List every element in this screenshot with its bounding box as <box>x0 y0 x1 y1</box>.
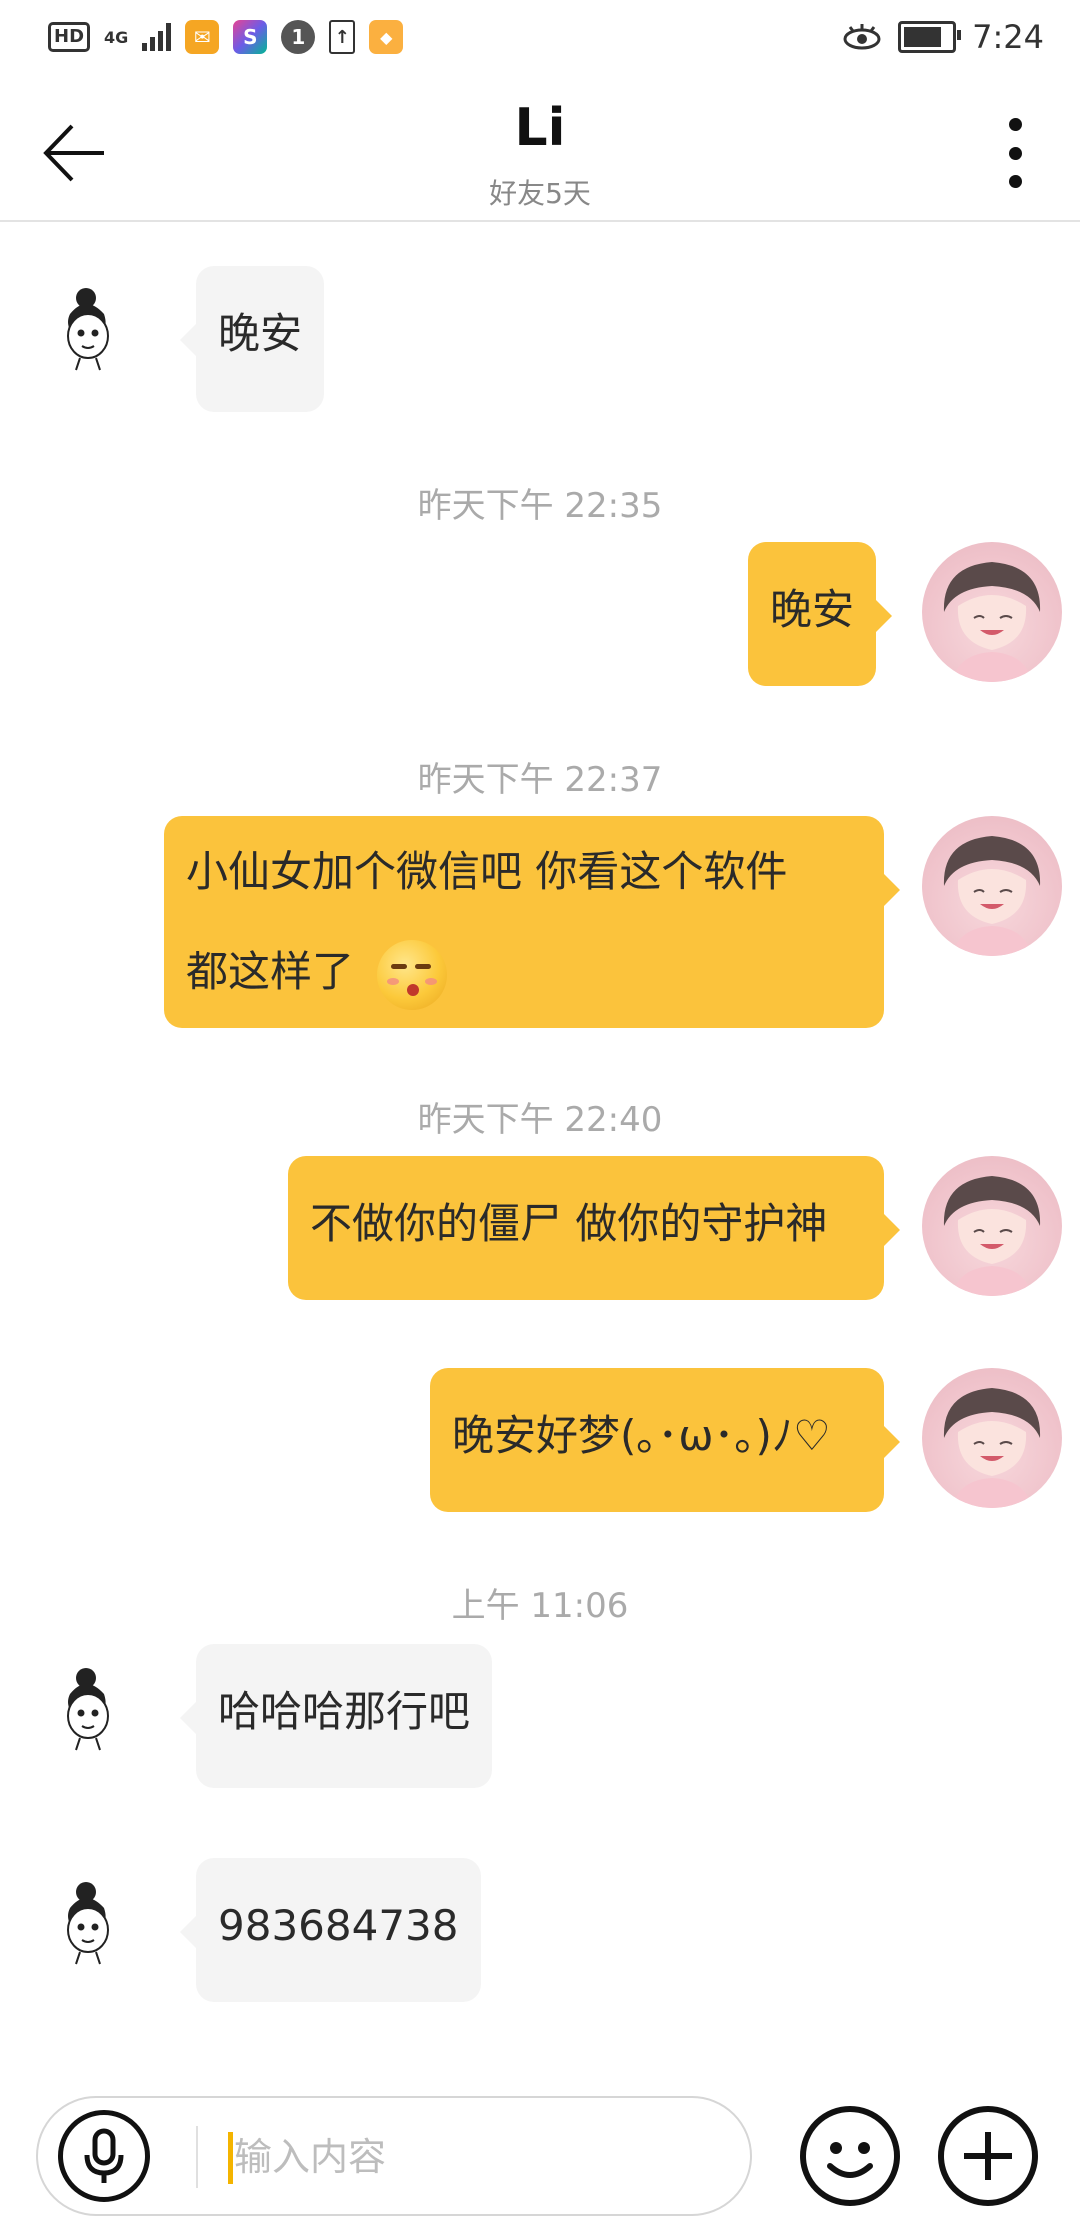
timestamp: 昨天下午 22:37 <box>417 760 663 800</box>
contact-avatar[interactable] <box>30 1860 170 2000</box>
battery-icon <box>898 21 962 53</box>
emoji-icon[interactable] <box>800 2106 900 2206</box>
contact-name: Li <box>514 98 566 158</box>
upload-icon: ↑ <box>329 20 356 54</box>
self-avatar[interactable] <box>922 816 1062 956</box>
eye-icon <box>843 24 881 50</box>
self-avatar[interactable] <box>922 542 1062 682</box>
chat-area[interactable]: 晚安 昨天下午 22:35 晚安 昨天下午 22:37 小仙女加个微信吧 你看这… <box>0 222 1080 2082</box>
microphone-icon[interactable] <box>58 2110 150 2202</box>
signal-icon <box>142 23 172 51</box>
chat-header: Li 好友5天 <box>0 80 1080 222</box>
message-text: 哈哈哈那行吧 <box>218 1687 471 1736</box>
contact-avatar[interactable] <box>30 266 170 406</box>
message-text: 983684738 <box>218 1901 459 1950</box>
message-bubble[interactable]: 不做你的僵尸 做你的守护神 <box>288 1156 900 1300</box>
message-text: 晚安 <box>218 309 303 358</box>
message-text: 不做你的僵尸 做你的守护神 <box>310 1199 828 1248</box>
self-avatar[interactable] <box>922 1156 1062 1296</box>
message-input[interactable] <box>234 2126 714 2188</box>
message-bubble[interactable]: 小仙女加个微信吧 你看这个软件 都这样了 <box>164 816 900 1028</box>
timestamp: 昨天下午 22:40 <box>417 1100 663 1140</box>
friendship-duration: 好友5天 <box>489 177 591 210</box>
input-divider <box>196 2126 198 2188</box>
message-text: 晚安好梦(｡･ω･｡)ﾉ♡ <box>452 1411 831 1460</box>
hd-icon: HD <box>48 22 91 52</box>
status-time: 7:24 <box>972 18 1044 56</box>
plus-icon[interactable] <box>938 2106 1038 2206</box>
contact-avatar[interactable] <box>30 1646 170 1786</box>
bag-app-icon: ◆ <box>369 20 404 54</box>
more-options-icon[interactable] <box>1000 118 1030 188</box>
message-bubble[interactable]: 晚安 <box>748 542 893 686</box>
timestamp: 昨天下午 22:35 <box>417 486 663 526</box>
message-text: 晚安 <box>770 585 855 634</box>
message-bubble[interactable]: 晚安 <box>179 266 325 412</box>
one-app-icon: 1 <box>281 20 316 54</box>
timestamp: 上午 11:06 <box>451 1586 629 1626</box>
message-bubble[interactable]: 哈哈哈那行吧 <box>179 1644 493 1788</box>
message-text-line: 都这样了 <box>186 947 355 996</box>
message-bubble[interactable]: 983684738 <box>180 1858 481 2002</box>
message-input-container[interactable] <box>36 2096 752 2216</box>
s-app-icon: S <box>233 20 268 54</box>
text-cursor <box>228 2132 233 2184</box>
self-avatar[interactable] <box>922 1368 1062 1508</box>
message-text-line-wrap: 都这样了 <box>186 922 862 1022</box>
network-label: 4G <box>104 27 129 47</box>
mail-app-icon: ✉ <box>185 20 220 54</box>
message-text-line: 小仙女加个微信吧 你看这个软件 <box>186 847 788 896</box>
status-bar: HD 4G ✉ S 1 ↑ ◆ 7:24 <box>0 0 1080 80</box>
message-bubble[interactable]: 晚安好梦(｡･ω･｡)ﾉ♡ <box>430 1368 900 1512</box>
input-bar <box>0 2082 1080 2240</box>
shushing-kiss-emoji-icon <box>377 939 448 1010</box>
